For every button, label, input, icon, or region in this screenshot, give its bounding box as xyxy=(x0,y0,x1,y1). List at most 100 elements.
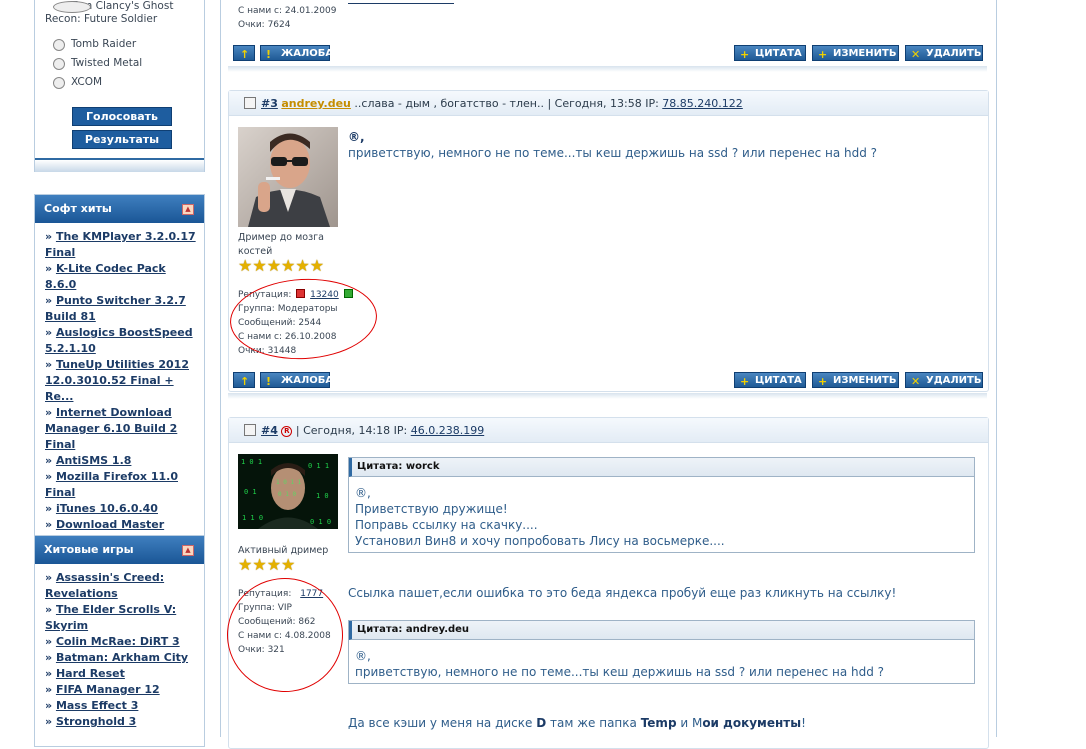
list-item-link[interactable]: Auslogics BoostSpeed 5.2.1.10 xyxy=(45,326,193,355)
list-item-link[interactable]: Batman: Arkham City xyxy=(56,651,188,664)
list-item[interactable]: » Mass Effect 3 xyxy=(45,698,198,714)
list-item-link[interactable]: Assassin's Creed: Revelations xyxy=(45,571,164,600)
delete-button[interactable]: ✕ УДАЛИТЬ xyxy=(905,45,983,61)
bullet-icon: » xyxy=(45,603,56,616)
radio-icon[interactable] xyxy=(53,1,91,13)
list-item-link[interactable]: TuneUp Utilities 2012 12.0.3010.52 Final … xyxy=(45,358,189,403)
list-item-link[interactable]: Colin McRae: DiRT 3 xyxy=(56,635,180,648)
bullet-icon: » xyxy=(45,651,56,664)
svg-text:1 0 1 1: 1 0 1 1 xyxy=(276,479,302,486)
avatar xyxy=(238,127,338,227)
list-item[interactable]: » Mozilla Firefox 11.0 Final xyxy=(45,469,198,501)
poll-option[interactable]: Tom Clancy's Ghost Recon: Future Soldier xyxy=(45,0,195,38)
list-item[interactable]: » The KMPlayer 3.2.0.17 Final xyxy=(45,229,198,261)
registered-icon[interactable]: R xyxy=(281,426,293,437)
list-item-link[interactable]: Punto Switcher 3.2.7 Build 81 xyxy=(45,294,186,323)
avatar-image: 1 0 1 0 1 1 0 1 1 0 1 1 0 0 1 0 1 0 1 1 0 1 … xyxy=(238,454,338,529)
list-item-link[interactable]: Internet Download Manager 6.10 Build 2 Fi… xyxy=(45,406,177,451)
hit-games-list: » Assassin's Creed: Revelations» The Elde… xyxy=(35,564,204,738)
poll-block: Tom Clancy's Ghost Recon: Future Soldier… xyxy=(34,0,205,172)
post-text: Да все кэши у меня на диске D там же пап… xyxy=(348,715,806,731)
list-item[interactable]: » TuneUp Utilities 2012 12.0.3010.52 Fina… xyxy=(45,357,198,405)
poll-option[interactable]: Twisted Metal xyxy=(45,57,195,76)
vote-button[interactable]: Голосовать xyxy=(72,107,172,126)
post-number-link[interactable]: #3 xyxy=(261,97,278,110)
scroll-up-button[interactable]: ↑ xyxy=(233,372,255,388)
list-item-link[interactable]: K-Lite Codec Pack 8.6.0 xyxy=(45,262,166,291)
rating-stars: ★★★★ xyxy=(238,557,295,573)
select-checkbox[interactable] xyxy=(244,97,256,109)
bullet-icon: » xyxy=(45,635,56,648)
list-item[interactable]: » Punto Switcher 3.2.7 Build 81 xyxy=(45,293,198,325)
complaint-button[interactable]: ! ЖАЛОБА xyxy=(260,372,333,388)
list-item-link[interactable]: AntiSMS 1.8 xyxy=(56,454,131,467)
quote-block: Цитата: worck ®, Приветствую дружище! По… xyxy=(348,457,975,553)
poll-option[interactable]: Tomb Raider xyxy=(45,38,195,57)
results-button[interactable]: Результаты xyxy=(72,130,172,149)
delete-button[interactable]: ✕ УДАЛИТЬ xyxy=(905,372,983,388)
list-item[interactable]: » iTunes 10.6.0.40 xyxy=(45,501,198,517)
button-label: УДАЛИТЬ xyxy=(926,375,982,386)
text-bold: Temp xyxy=(640,716,677,730)
star-icon: ★ xyxy=(266,555,282,574)
collapse-icon[interactable]: ▲ xyxy=(182,204,194,215)
list-item-link[interactable]: iTunes 10.6.0.40 xyxy=(56,502,158,515)
list-item-link[interactable]: Mass Effect 3 xyxy=(56,699,138,712)
radio-icon[interactable] xyxy=(53,39,65,51)
text-part: и М xyxy=(676,716,703,730)
list-item-link[interactable]: Mozilla Firefox 11.0 Final xyxy=(45,470,178,499)
list-item-link[interactable]: The Elder Scrolls V: Skyrim xyxy=(45,603,176,632)
button-label: ЖАЛОБА xyxy=(281,48,334,59)
cut-link[interactable] xyxy=(348,0,454,4)
ip-link[interactable]: 46.0.238.199 xyxy=(411,424,484,437)
list-item[interactable]: » Auslogics BoostSpeed 5.2.1.10 xyxy=(45,325,198,357)
list-item[interactable]: » Internet Download Manager 6.10 Build 2 … xyxy=(45,405,198,453)
post-separator xyxy=(228,66,987,72)
list-item[interactable]: » Batman: Arkham City xyxy=(45,650,198,666)
radio-icon[interactable] xyxy=(53,58,65,70)
list-item-link[interactable]: Stronghold 3 xyxy=(56,715,136,728)
svg-text:1 0 1: 1 0 1 xyxy=(241,458,262,466)
star-icon: ★ xyxy=(266,256,282,275)
avatar: 1 0 1 0 1 1 0 1 1 0 1 1 0 0 1 0 1 0 1 1 0 1 … xyxy=(238,454,338,529)
block-footer xyxy=(35,158,204,172)
list-item-link[interactable]: FIFA Manager 12 xyxy=(56,683,160,696)
collapse-icon[interactable]: ▲ xyxy=(182,545,194,556)
post-header: #4 R | Сегодня, 14:18 IP: 46.0.238.199 xyxy=(229,418,988,443)
bullet-icon: » xyxy=(45,454,56,467)
author-link[interactable]: andrey.deu xyxy=(281,97,351,110)
list-item[interactable]: » Hard Reset xyxy=(45,666,198,682)
post-number-link[interactable]: #4 xyxy=(261,424,278,437)
text-part: Да все кэши у меня на диске xyxy=(348,716,537,730)
list-item-link[interactable]: The KMPlayer 3.2.0.17 Final xyxy=(45,230,196,259)
edit-button[interactable]: + ИЗМЕНИТЬ xyxy=(812,372,899,388)
list-item[interactable]: » The Elder Scrolls V: Skyrim xyxy=(45,602,198,634)
list-item[interactable]: » Colin McRae: DiRT 3 xyxy=(45,634,198,650)
select-checkbox[interactable] xyxy=(244,424,256,436)
list-item[interactable]: » Stronghold 3 xyxy=(45,714,198,730)
post-header: #3 andrey.deu ..слава - дым , богатство … xyxy=(229,91,988,116)
list-item[interactable]: » Assassin's Creed: Revelations xyxy=(45,570,198,602)
scroll-up-button[interactable]: ↑ xyxy=(233,45,255,61)
ip-link[interactable]: 78.85.240.122 xyxy=(662,97,742,110)
quote-button[interactable]: + ЦИТАТА xyxy=(734,372,806,388)
quote-title: Цитата: andrey.deu xyxy=(349,621,974,640)
radio-icon[interactable] xyxy=(53,77,65,89)
svg-text:1 1 0: 1 1 0 xyxy=(242,514,263,522)
complaint-button[interactable]: ! ЖАЛОБА xyxy=(260,45,334,61)
poll-option[interactable]: XCOM xyxy=(45,76,195,95)
poll-option-label: XCOM xyxy=(71,76,103,88)
edit-button[interactable]: + ИЗМЕНИТЬ xyxy=(812,45,899,61)
star-icon: ★ xyxy=(295,256,310,275)
bullet-icon: » xyxy=(45,502,56,515)
list-item-link[interactable]: Hard Reset xyxy=(56,667,125,680)
post-separator xyxy=(228,393,987,399)
list-item[interactable]: » FIFA Manager 12 xyxy=(45,682,198,698)
list-item[interactable]: » K-Lite Codec Pack 8.6.0 xyxy=(45,261,198,293)
post-meta: ..слава - дым , богатство - тлен.. | Сег… xyxy=(350,97,663,110)
top-post-info: С нами с: 24.01.2009 Очки: 7624 xyxy=(238,4,336,32)
bullet-icon: » xyxy=(45,406,56,419)
star-icon: ★ xyxy=(309,256,325,275)
list-item[interactable]: » AntiSMS 1.8 xyxy=(45,453,198,469)
quote-button[interactable]: + ЦИТАТА xyxy=(734,45,806,61)
